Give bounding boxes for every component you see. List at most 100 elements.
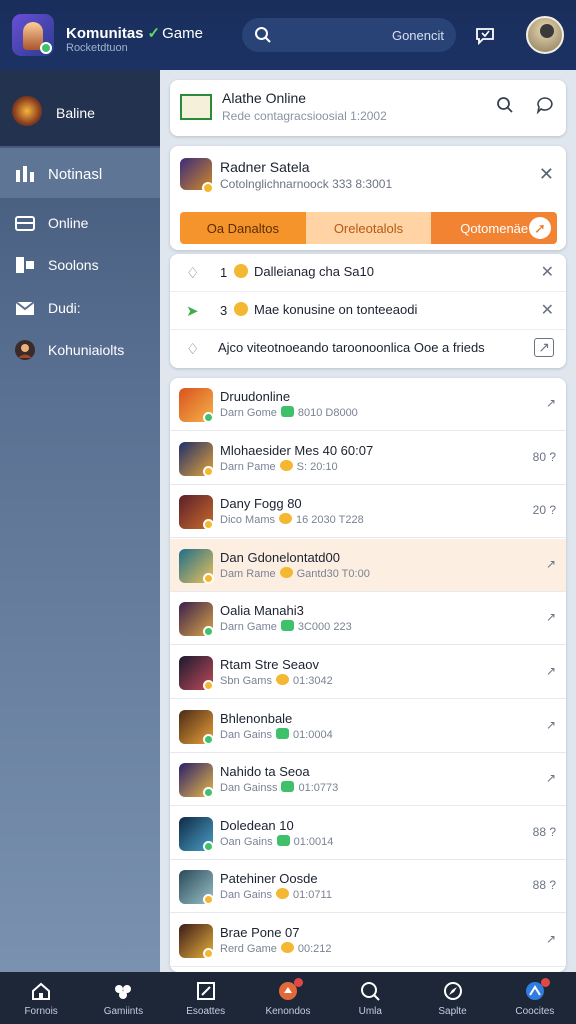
search-bar[interactable]: Gonencit (242, 18, 456, 52)
status-badge (203, 840, 214, 852)
nav-item-umla[interactable]: Umla (329, 972, 411, 1024)
game-name: Oalia Manahi3 (220, 603, 304, 619)
shield-icon: ♢ (186, 265, 200, 282)
shield-icon: ♢ (186, 341, 200, 358)
row-action-button[interactable]: ↗ (546, 771, 556, 785)
status-badge (203, 733, 214, 745)
list-item[interactable]: Druudonline Darn Gome 8010 D8000 ↗ (170, 378, 566, 431)
meta-badge-icon (279, 459, 293, 471)
list-item[interactable]: Patehiner Oosde Dan Gains 01:0711 88 ? (170, 860, 566, 914)
emoji-icon (234, 302, 248, 316)
notification-row[interactable]: ♢ 1 Dalleianag cha Sa10 ✕ (170, 254, 566, 292)
home-icon (30, 980, 52, 1002)
game-meta: Rerd Game 00:212 (220, 942, 332, 955)
game-name: Doledean 10 (220, 817, 294, 833)
list-item[interactable]: Nahido ta Seoa Dan Gainss 01:0773 ↗ (170, 753, 566, 807)
game-name: Bhlenonbale (220, 710, 293, 726)
meta-badge-icon (280, 406, 294, 417)
community-icon (112, 980, 134, 1002)
row-action-button[interactable]: 20 ? (533, 503, 556, 517)
notifications-card: ♢ 1 Dalleianag cha Sa10 ✕ ➤ 3 Mae konusi… (170, 254, 566, 368)
status-badge (203, 412, 214, 423)
close-icon[interactable]: ✕ (539, 164, 554, 185)
row-action-button[interactable]: 88 ? (533, 878, 556, 892)
arrow-icon: ➤ (186, 303, 199, 320)
row-action-button[interactable]: ↗ (546, 718, 556, 732)
sidebar-item-online[interactable]: Online (0, 203, 160, 243)
notification-row[interactable]: ➤ 3 Mae konusine on tonteeaodi ✕ (170, 292, 566, 330)
feature-title: Radner Satela (220, 159, 310, 175)
list-item[interactable]: Bhlenonbale Dan Gains 01:0004 ↗ (170, 700, 566, 753)
list-item[interactable]: Dany Fogg 80 Dico Mams 16 2030 T228 20 ? (170, 485, 566, 539)
row-action-button[interactable]: ↗ (546, 396, 556, 410)
game-logo (180, 94, 212, 120)
sidebar-item-notinasl[interactable]: Notinasl (0, 148, 160, 198)
close-icon[interactable]: ✕ (541, 300, 554, 320)
list-item[interactable]: Brae Pone 07 Rerd Game 00:212 ↗ (170, 914, 566, 967)
user-avatar[interactable] (526, 16, 564, 54)
row-action-button[interactable]: ↗ (546, 557, 556, 571)
notification-row[interactable]: ♢ Ajco viteotnoeando taroonoonlica Ooe a… (170, 330, 566, 368)
row-action-button[interactable]: ↗ (546, 664, 556, 678)
check-icon: ✓ (147, 25, 161, 42)
list-item[interactable]: Dan Gdonelontatd00 Dam Rame Gantd30 T0:00 ↗ (170, 538, 566, 592)
nav-item-esoattes[interactable]: Esoattes (165, 972, 247, 1024)
bar-chart-icon (14, 162, 36, 184)
meta-badge-icon (281, 781, 295, 793)
game-meta: Dico Mams 16 2030 T228 (220, 513, 364, 527)
meta-badge-icon (276, 834, 290, 846)
nav-item-fornois[interactable]: Fornois (0, 972, 82, 1024)
sidebar-item-soolons[interactable]: Soolons (0, 245, 160, 285)
notification-badge (540, 978, 550, 987)
game-meta: Oan Gains 01:0014 (220, 834, 334, 848)
tab-danaltos[interactable]: Oa Danaltos (180, 212, 306, 244)
game-name: Nahido ta Seoa (220, 764, 310, 780)
feature-badge (202, 182, 214, 194)
nav-item-gamiints[interactable]: Gamiints (82, 972, 164, 1024)
meta-badge-icon (280, 620, 294, 632)
list-item[interactable]: Oalia Manahi3 Darn Game 3C000 223 ↗ (170, 592, 566, 646)
status-badge (203, 572, 214, 584)
mail-icon (14, 297, 36, 319)
game-meta: Dan Gains 01:0004 (220, 727, 333, 741)
status-badge (203, 465, 214, 477)
status-badge (203, 519, 214, 531)
list-item[interactable]: Rtam Stre Seaov Sbn Gams 01:3042 ↗ (170, 646, 566, 699)
status-card[interactable]: Alathe Online Rede contagracsioosial 1:2… (170, 80, 566, 136)
inbox-icon[interactable] (474, 24, 496, 51)
feature-card[interactable]: Radner Satela Cotolnglichnarnoock 333 8:… (170, 146, 566, 250)
sidebar-item-kohuniaiolts[interactable]: Kohuniaiolts (0, 330, 160, 370)
game-name: Dan Gdonelontatd00 (220, 549, 340, 565)
nav-item-saplte[interactable]: Saplte (411, 972, 493, 1024)
row-action-button[interactable]: ↗ (546, 610, 556, 624)
sidebar-profile-label: Baline (56, 105, 95, 121)
meta-badge-icon (279, 566, 293, 578)
game-name: Druudonline (220, 389, 291, 404)
expand-icon[interactable]: ↗ (534, 338, 554, 357)
tab-oreleotalols[interactable]: Oreleotalols (305, 212, 432, 244)
meta-badge-icon (275, 674, 289, 685)
status-badge (203, 680, 214, 691)
row-action-button[interactable]: ↗ (546, 932, 556, 946)
search-label: Gonencit (391, 28, 444, 43)
nav-item-coocites[interactable]: Coocites (494, 972, 576, 1024)
sidebar-item-dudi[interactable]: Dudi: (0, 288, 160, 328)
nav-item-kenondos[interactable]: Kenondos (247, 972, 329, 1024)
game-name: Rtam Stre Seaov (220, 657, 319, 672)
status-subtitle: Rede contagracsioosial 1:2002 (222, 109, 387, 123)
search-icon (254, 26, 272, 49)
list-item[interactable]: Doledean 10 Oan Gains 01:0014 88 ? (170, 807, 566, 860)
close-icon[interactable]: ✕ (541, 262, 554, 282)
user-avatar-icon (14, 339, 36, 361)
sidebar-profile[interactable]: Baline (0, 70, 160, 146)
meta-badge-icon (275, 888, 289, 900)
comment-icon[interactable] (536, 96, 554, 119)
arrow-icon[interactable]: ➚ (529, 217, 551, 239)
game-name: Mlohaesider Mes 40 60:07 (220, 442, 374, 458)
list-item[interactable]: Mlohaesider Mes 40 60:07 Darn Pame S: 20:1… (170, 432, 566, 485)
game-name: Brae Pone 07 (220, 925, 300, 940)
search-icon[interactable] (496, 96, 514, 119)
row-action-button[interactable]: 80 ? (533, 450, 556, 464)
row-action-button[interactable]: 88 ? (533, 825, 556, 839)
app-logo[interactable] (12, 14, 54, 56)
